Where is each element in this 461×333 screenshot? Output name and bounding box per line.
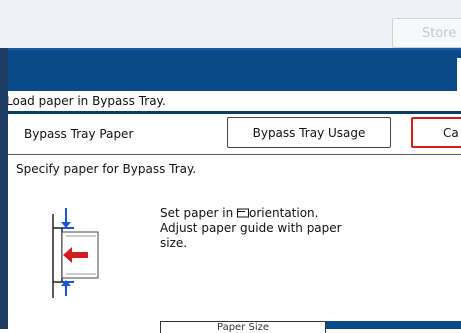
tab-dark-segment[interactable]	[326, 321, 461, 329]
instruction-line-2: Adjust paper guide with paper	[160, 221, 342, 235]
status-message: Load paper in Bypass Tray.	[0, 91, 461, 111]
bypass-tray-usage-button[interactable]: Bypass Tray Usage	[227, 117, 391, 148]
orientation-icon	[237, 208, 250, 218]
tab-paper-size[interactable]: Paper Size	[160, 321, 326, 333]
bypass-tray-illustration-icon	[52, 208, 99, 298]
store-button[interactable]: Store	[392, 18, 461, 48]
instruction-text: Set paper in orientation. Adjust paper g…	[160, 206, 390, 251]
cancel-button[interactable]: Ca	[411, 117, 461, 148]
left-rail	[0, 48, 8, 329]
instruction-line-1b: orientation.	[249, 206, 319, 220]
instruction-line-1a: Set paper in	[160, 206, 234, 220]
instruction-line-3: size.	[160, 236, 188, 250]
instruction-heading: Specify paper for Bypass Tray.	[16, 162, 197, 176]
tab-bypass-tray-paper[interactable]: Bypass Tray Paper	[24, 126, 133, 142]
